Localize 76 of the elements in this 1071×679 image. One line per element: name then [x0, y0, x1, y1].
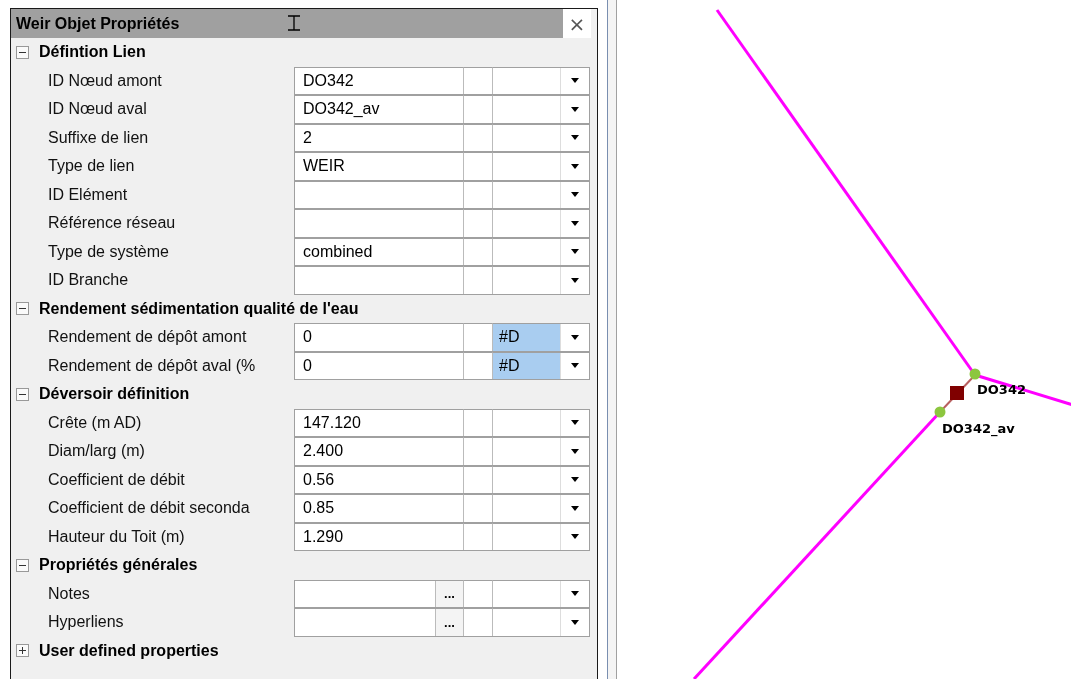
dropdown-arrow-icon	[571, 249, 579, 255]
category-label: Défintion Lien	[39, 43, 146, 62]
dropdown-arrow-icon	[571, 448, 579, 454]
property-label: Diam/larg (m)	[47, 441, 146, 462]
dropdown-arrow-icon	[571, 505, 579, 511]
property-label: Rendement de dépôt aval (%	[47, 355, 257, 376]
property-label: Coefficient de débit	[47, 469, 186, 490]
dropdown-arrow-icon	[571, 192, 579, 198]
unit-dropdown[interactable]: #D	[493, 351, 589, 379]
node-label: DO342	[977, 382, 1026, 397]
node-dot[interactable]	[969, 368, 981, 380]
category-label: User defined properties	[39, 641, 219, 660]
value-field[interactable]	[295, 180, 464, 208]
unit-dropdown[interactable]	[493, 494, 589, 522]
unit-dropdown[interactable]	[493, 408, 589, 436]
dropdown-arrow-icon	[571, 420, 579, 426]
unit-dropdown[interactable]	[493, 152, 589, 180]
unit-dropdown[interactable]	[493, 180, 589, 208]
property-label: Coefficient de débit seconda	[47, 498, 251, 519]
dropdown-arrow-icon	[571, 135, 579, 141]
unit-dropdown[interactable]	[493, 579, 589, 607]
property-label: Type de système	[47, 241, 170, 262]
category-label: Propriétés générales	[39, 556, 198, 575]
unit-dropdown[interactable]: #D	[493, 323, 589, 351]
dropdown-arrow-icon	[571, 78, 579, 84]
unit-dropdown[interactable]	[493, 66, 589, 94]
weir-marker	[950, 386, 964, 400]
property-label: Type de lien	[47, 156, 136, 177]
panel-splitter[interactable]	[607, 0, 617, 679]
close-button[interactable]: ×	[563, 9, 591, 38]
property-label: ID Branche	[47, 270, 130, 291]
dropdown-arrow-icon	[571, 334, 579, 340]
unit-dropdown[interactable]	[493, 95, 589, 123]
expander-icon[interactable]	[16, 644, 29, 658]
dropdown-arrow-icon	[571, 277, 579, 283]
property-label: Notes	[47, 583, 91, 604]
property-label: Suffixe de lien	[47, 127, 150, 148]
property-label: Référence réseau	[47, 213, 177, 234]
dropdown-arrow-icon	[571, 477, 579, 483]
property-label: ID Nœud aval	[47, 99, 148, 120]
unit-dropdown[interactable]	[493, 209, 589, 237]
unit-dropdown[interactable]	[493, 237, 589, 265]
dropdown-arrow-icon	[571, 591, 579, 597]
unit-dropdown[interactable]	[493, 123, 589, 151]
value-field[interactable]	[295, 209, 464, 237]
dropdown-arrow-icon	[571, 220, 579, 226]
dropdown-arrow-icon	[571, 163, 579, 169]
ellipsis-button[interactable]: ...	[435, 580, 463, 607]
dropdown-arrow-icon	[571, 619, 579, 625]
category-label: Rendement sédimentation qualité de l'eau	[39, 299, 359, 318]
expander-icon[interactable]	[16, 45, 29, 59]
category-label: Déversoir définition	[39, 385, 190, 404]
property-label: Hyperliens	[47, 612, 125, 633]
property-label: Hauteur du Toit (m)	[47, 526, 186, 547]
unit-dropdown[interactable]	[493, 437, 589, 465]
value-field[interactable]: 0	[295, 351, 464, 379]
value-field[interactable]	[295, 266, 464, 294]
expander-icon[interactable]	[16, 558, 29, 572]
property-label: ID Nœud amont	[47, 70, 163, 91]
node-label: DO342_av	[942, 421, 1015, 436]
unit-dropdown[interactable]	[493, 465, 589, 493]
value-field[interactable]: 0	[295, 323, 464, 351]
unit-dropdown[interactable]	[493, 266, 589, 294]
dropdown-arrow-icon	[571, 106, 579, 112]
property-label: ID Elément	[47, 184, 129, 205]
unit-dropdown[interactable]	[493, 522, 589, 550]
dropdown-arrow-icon	[571, 363, 579, 369]
ellipsis-button[interactable]: ...	[435, 609, 463, 636]
property-label: Crête (m AD)	[47, 412, 143, 433]
property-label: Rendement de dépôt amont	[47, 327, 248, 348]
unit-dropdown[interactable]	[493, 608, 589, 636]
dropdown-arrow-icon	[571, 534, 579, 540]
node-dot[interactable]	[934, 406, 946, 418]
expander-icon[interactable]	[16, 387, 29, 401]
panel-title: Weir Objet Propriétés	[15, 14, 180, 33]
expander-icon[interactable]	[16, 302, 29, 316]
